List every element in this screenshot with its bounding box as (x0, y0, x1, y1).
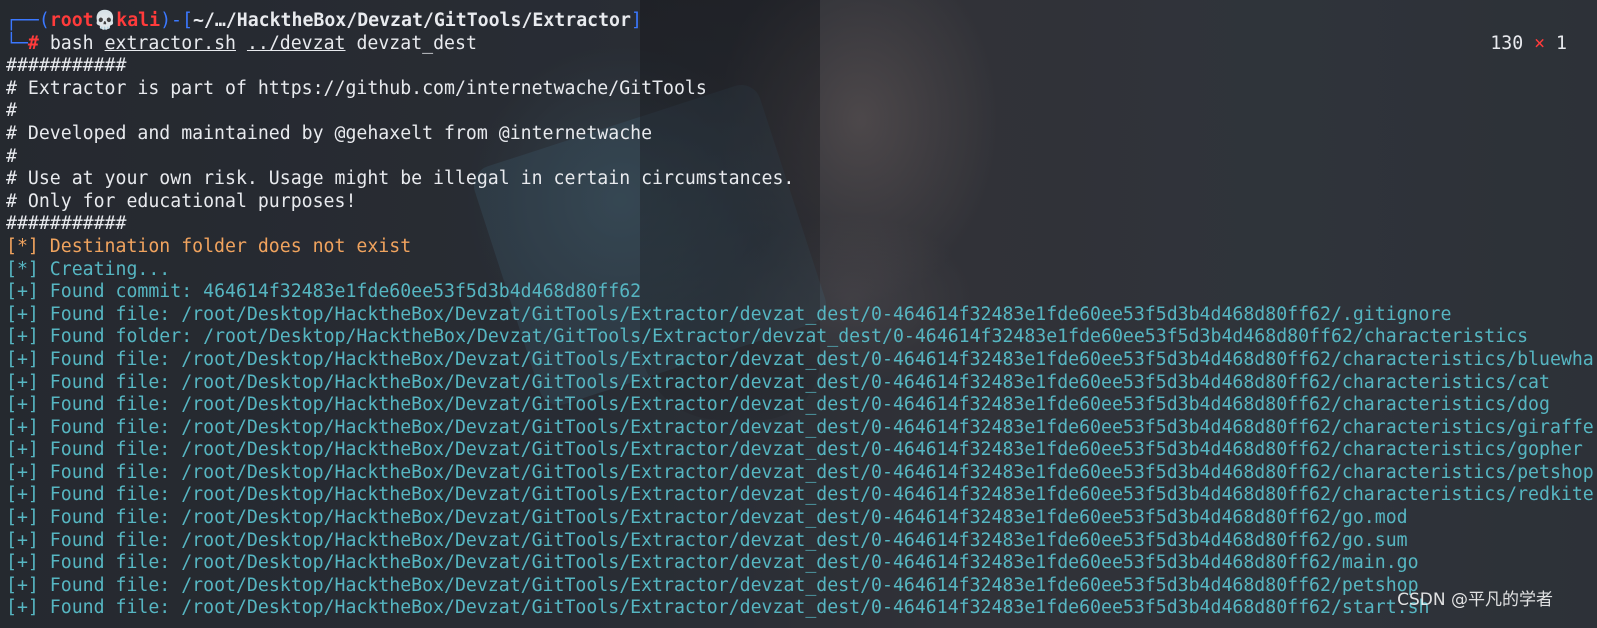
skull-icon: 💀 (93, 10, 117, 31)
found-line: [+] Found file: /root/Desktop/HacktheBox… (6, 530, 1597, 553)
found-value: /root/Desktop/HacktheBox/Devzat/GitTools… (170, 461, 1594, 483)
found-value: /root/Desktop/HacktheBox/Devzat/GitTools… (170, 552, 1419, 574)
found-value: 464614f32483e1fde60ee53f5d3b4d468d80ff62 (192, 281, 642, 303)
found-line: [+] Found file: /root/Desktop/HacktheBox… (6, 372, 1597, 395)
status-line-creating: [*] Creating... (6, 259, 1597, 282)
status-line-destination-missing: [*] Destination folder does not exist (6, 236, 1597, 259)
command-bash: bash (49, 32, 94, 54)
found-line: [+] Found folder: /root/Desktop/HacktheB… (6, 326, 1597, 349)
banner-line: ########### (6, 55, 127, 77)
found-label: Found file: (38, 507, 171, 529)
found-value: /root/Desktop/HacktheBox/Devzat/GitTools… (170, 371, 1550, 393)
found-value: /root/Desktop/HacktheBox/Devzat/GitTools… (170, 574, 1419, 596)
found-tag: [+] (6, 507, 39, 529)
prompt-box-bottom: └─ (6, 32, 28, 54)
found-label: Found file: (38, 574, 171, 596)
prompt-box-left: ┌──( (6, 10, 50, 31)
found-tag: [+] (6, 552, 39, 574)
found-value: /root/Desktop/HacktheBox/Devzat/GitTools… (192, 326, 1529, 348)
banner-line: # (6, 145, 17, 167)
command-arg-dest: devzat_dest (356, 32, 477, 54)
command-script: extractor.sh (104, 32, 236, 54)
found-value: /root/Desktop/HacktheBox/Devzat/GitTools… (170, 529, 1408, 551)
found-label: Found file: (38, 416, 171, 438)
found-label: Found file: (38, 303, 171, 325)
found-label: Found file: (38, 371, 171, 393)
found-value: /root/Desktop/HacktheBox/Devzat/GitTools… (170, 484, 1594, 506)
found-tag: [+] (6, 439, 39, 461)
found-tag: [+] (6, 394, 39, 416)
found-tag: [+] (6, 461, 39, 483)
banner-line: # Extractor is part of https://github.co… (6, 77, 707, 99)
prompt-line-2[interactable]: └─# bash extractor.sh ../devzat devzat_d… (6, 33, 1597, 56)
found-label: Found file: (38, 348, 171, 370)
found-value: /root/Desktop/HacktheBox/Devzat/GitTools… (170, 439, 1583, 461)
terminal-window[interactable]: ┌──(root💀kali)-[~/…/HacktheBox/Devzat/Gi… (0, 0, 1597, 628)
prompt-box-mid: )-[ (160, 10, 193, 31)
terminal-output[interactable]: ┌──(root💀kali)-[~/…/HacktheBox/Devzat/Gi… (6, 10, 1597, 620)
banner-line: # (6, 100, 17, 122)
found-line: [+] Found file: /root/Desktop/HacktheBox… (6, 597, 1597, 620)
found-label: Found file: (38, 394, 171, 416)
status-text: Creating... (38, 258, 171, 280)
found-line: [+] Found file: /root/Desktop/HacktheBox… (6, 507, 1597, 530)
found-line: [+] Found file: /root/Desktop/HacktheBox… (6, 462, 1597, 485)
exit-status-x-icon: × (1534, 32, 1546, 54)
found-value: /root/Desktop/HacktheBox/Devzat/GitTools… (170, 416, 1594, 438)
banner-line: # Only for educational purposes! (6, 190, 357, 212)
prompt-line-1: ┌──(root💀kali)-[~/…/HacktheBox/Devzat/Gi… (6, 10, 1597, 33)
found-label: Found file: (38, 461, 171, 483)
found-tag: [+] (6, 348, 39, 370)
found-tag: [+] (6, 303, 39, 325)
found-line: [+] Found file: /root/Desktop/HacktheBox… (6, 304, 1597, 327)
found-tag: [+] (6, 371, 39, 393)
banner-line: # Developed and maintained by @gehaxelt … (6, 122, 653, 144)
banner-line: ########### (6, 213, 127, 235)
found-line: [+] Found file: /root/Desktop/HacktheBox… (6, 394, 1597, 417)
found-tag: [+] (6, 326, 39, 348)
found-tag: [+] (6, 574, 39, 596)
prompt-cwd: ~/…/HacktheBox/Devzat/GitTools/Extractor (192, 10, 631, 31)
status-tag: [*] (6, 258, 39, 280)
found-value: /root/Desktop/HacktheBox/Devzat/GitTools… (170, 597, 1430, 619)
found-label: Found file: (38, 529, 171, 551)
found-label: Found file: (38, 484, 171, 506)
found-tag: [+] (6, 529, 39, 551)
found-line: [+] Found file: /root/Desktop/HacktheBox… (6, 349, 1597, 372)
found-label: Found file: (38, 597, 171, 619)
found-value: /root/Desktop/HacktheBox/Devzat/GitTools… (170, 394, 1550, 416)
exit-status: 130 × 1 (1490, 33, 1567, 56)
found-line: [+] Found file: /root/Desktop/HacktheBox… (6, 575, 1597, 598)
exit-status-count: 1 (1556, 32, 1567, 54)
found-line: [+] Found commit: 464614f32483e1fde60ee5… (6, 281, 1597, 304)
prompt-box-right: ] (630, 10, 642, 31)
found-line: [+] Found file: /root/Desktop/HacktheBox… (6, 484, 1597, 507)
exit-status-code: 130 (1490, 32, 1524, 54)
found-line: [+] Found file: /root/Desktop/HacktheBox… (6, 552, 1597, 575)
found-tag: [+] (6, 484, 39, 506)
found-tag: [+] (6, 597, 39, 619)
found-label: Found file: (38, 439, 171, 461)
prompt-user: root (49, 10, 94, 31)
found-tag: [+] (6, 281, 39, 303)
status-tag: [*] (6, 235, 39, 257)
found-line: [+] Found file: /root/Desktop/HacktheBox… (6, 439, 1597, 462)
found-value: /root/Desktop/HacktheBox/Devzat/GitTools… (170, 303, 1452, 325)
found-value: /root/Desktop/HacktheBox/Devzat/GitTools… (170, 507, 1408, 529)
found-tag: [+] (6, 416, 39, 438)
found-value: /root/Desktop/HacktheBox/Devzat/GitTools… (170, 348, 1594, 370)
csdn-watermark: CSDN @平凡的学者 (1397, 590, 1553, 610)
command-arg-source: ../devzat (246, 32, 346, 54)
status-text: Destination folder does not exist (38, 235, 412, 257)
found-line: [+] Found file: /root/Desktop/HacktheBox… (6, 417, 1597, 440)
found-label: Found folder: (38, 326, 193, 348)
prompt-hash: # (27, 32, 39, 54)
prompt-host: kali (116, 10, 161, 31)
found-label: Found file: (38, 552, 171, 574)
banner-line: # Use at your own risk. Usage might be i… (6, 168, 795, 190)
found-label: Found commit: (38, 281, 193, 303)
